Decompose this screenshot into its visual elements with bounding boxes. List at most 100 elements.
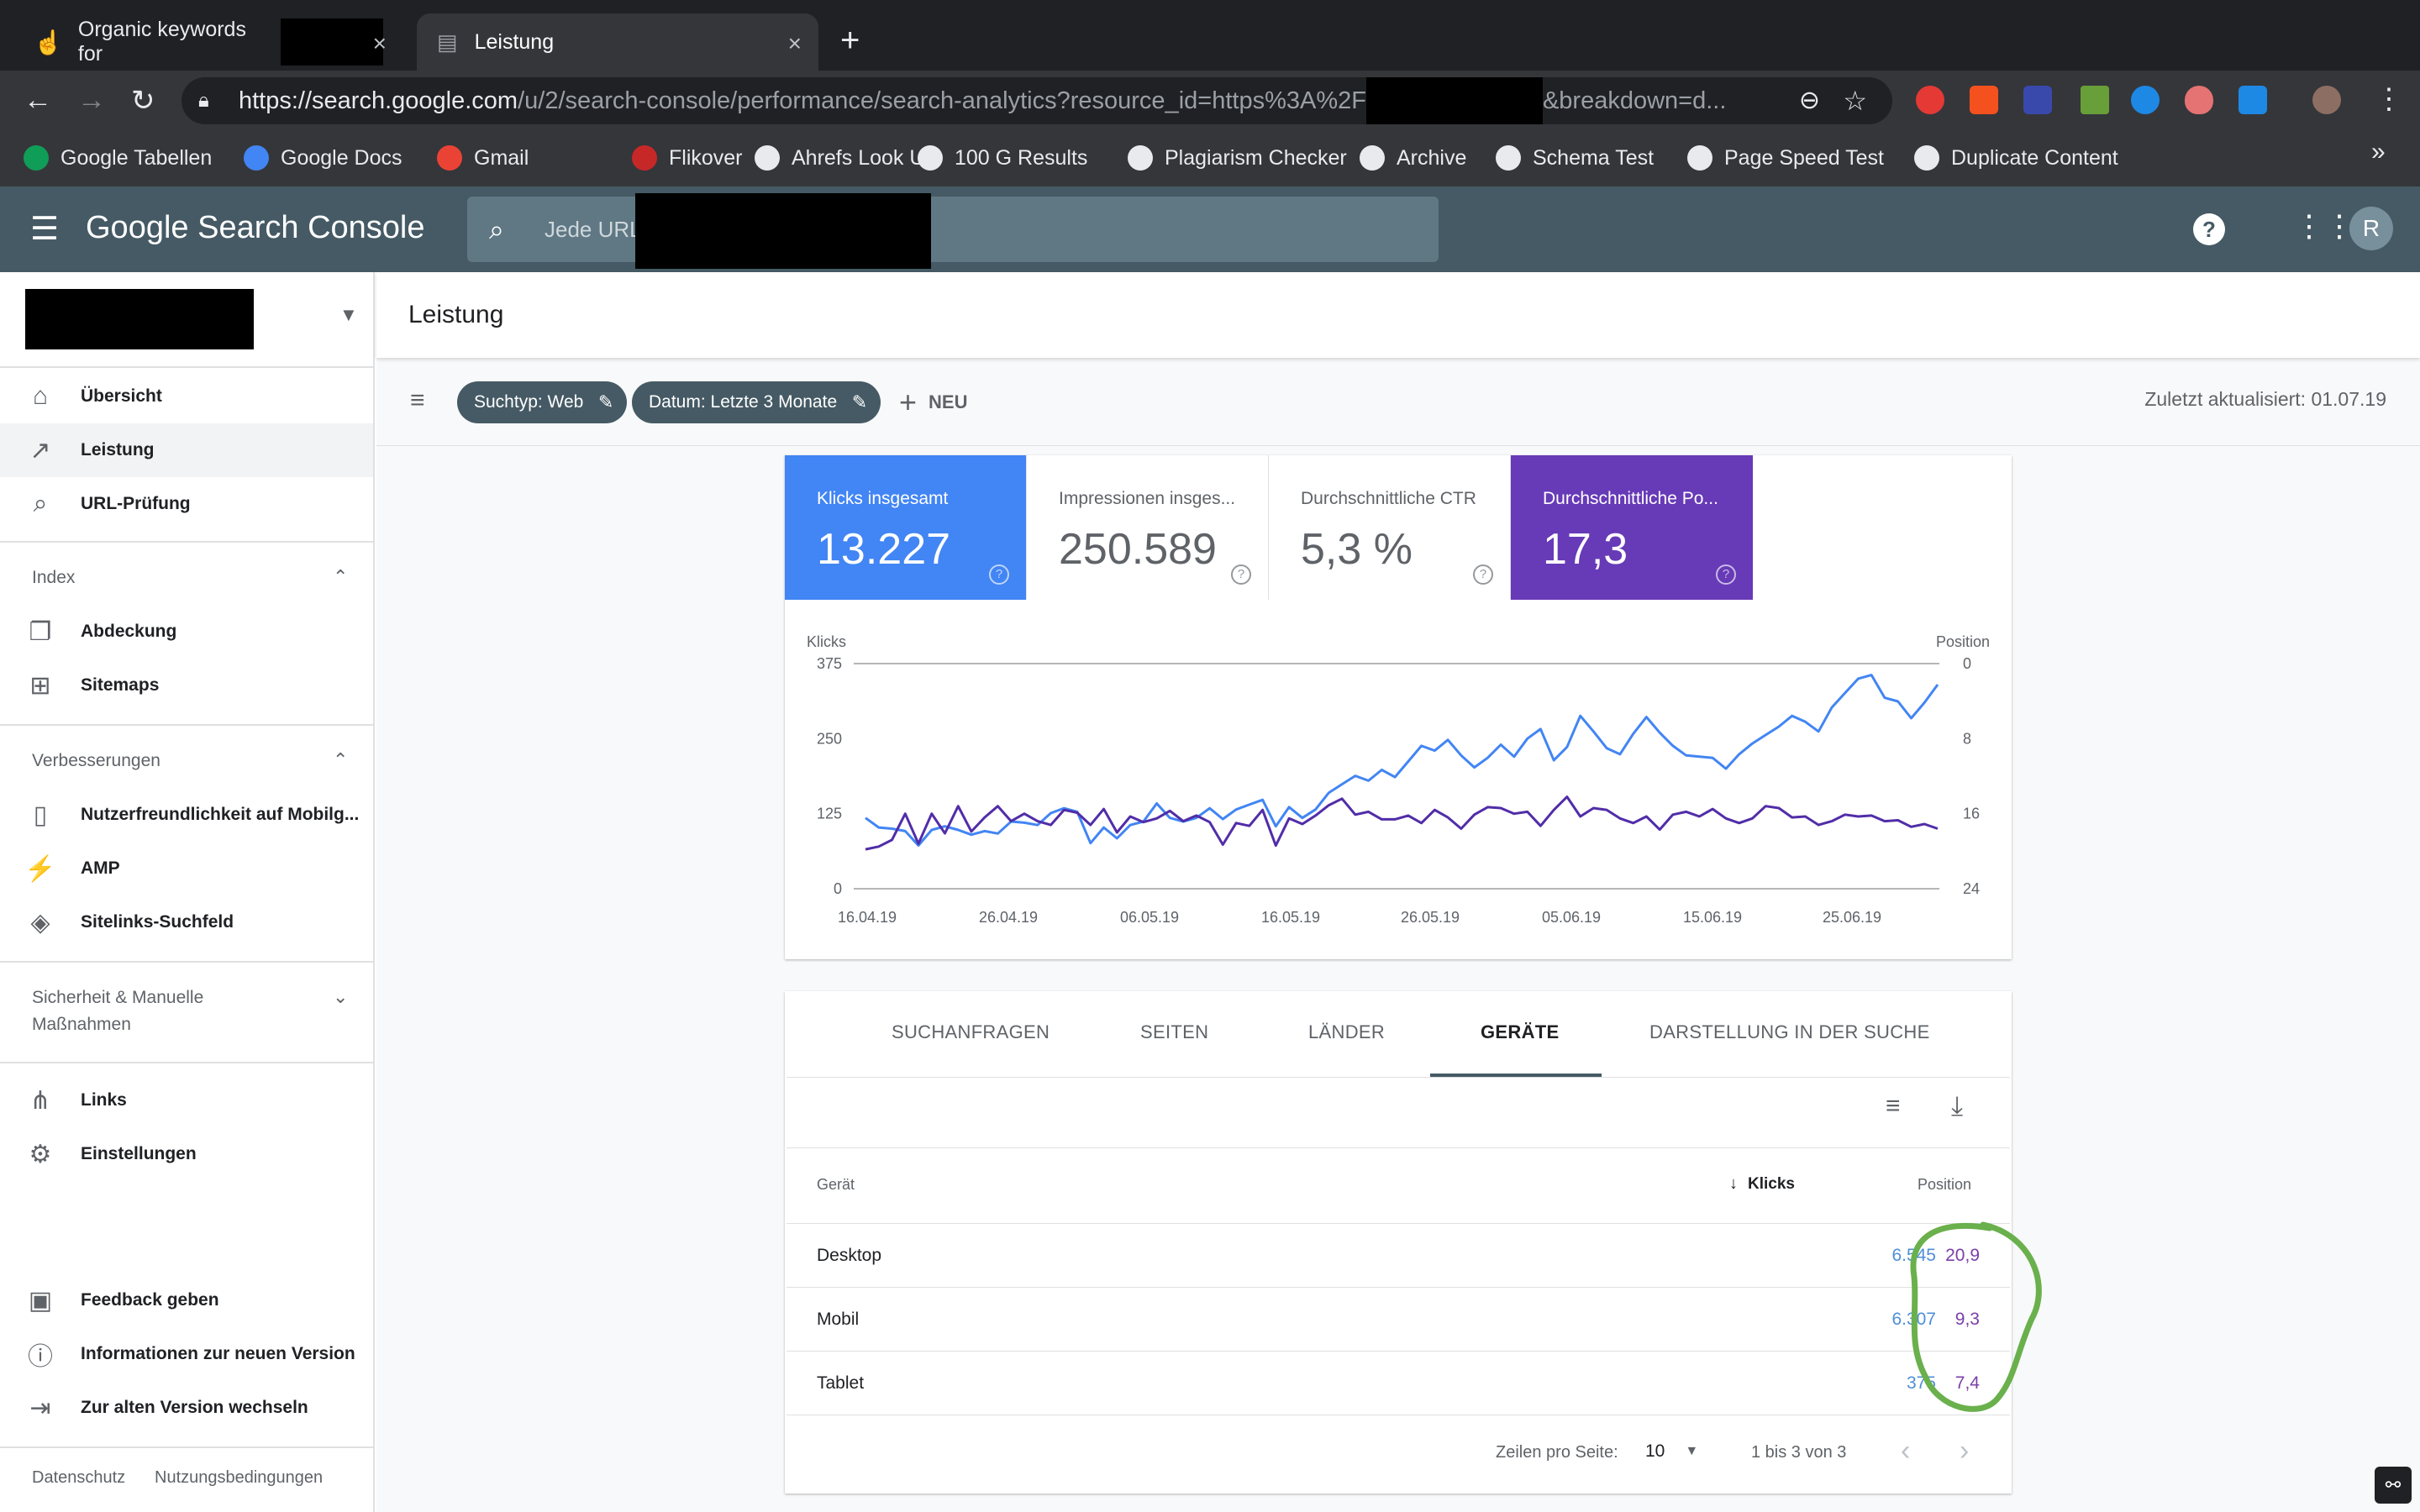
edit-icon[interactable]: ✎	[598, 381, 613, 423]
sidebar-item-overview[interactable]: ⌂ Übersicht	[0, 370, 373, 423]
help-icon[interactable]: ?	[989, 564, 1009, 585]
tab-queries[interactable]: SUCHANFRAGEN	[892, 1021, 1050, 1043]
chevron-up-icon[interactable]: ⌃	[333, 749, 348, 771]
url-inspect-search-input[interactable]: ⌕ Jede URL	[467, 193, 1439, 269]
bookmark-item[interactable]: Flikover	[632, 141, 743, 175]
metric-card-ctr[interactable]: Durchschnittliche CTR 5,3 % ?	[1269, 455, 1511, 600]
filter-icon[interactable]: ≡	[410, 386, 425, 415]
floating-widget-icon[interactable]: ⚯	[2375, 1467, 2412, 1504]
url-input[interactable]: 🔒︎ https://search.google.com/u/2/search-…	[182, 77, 1892, 124]
filter-chip-search-type[interactable]: Suchtyp: Web ✎	[457, 381, 628, 423]
add-filter-button[interactable]: + NEU	[899, 385, 967, 420]
terms-link[interactable]: Nutzungsbedingungen	[155, 1468, 323, 1488]
bookmark-label: Plagiarism Checker	[1165, 145, 1347, 170]
sidebar-item-old-version[interactable]: ⇥ Zur alten Version wechseln	[0, 1381, 373, 1435]
security-section-title[interactable]: Sicherheit & Manuelle Maßnahmen	[32, 984, 203, 1038]
sidebar-item-new-version-info[interactable]: ⓘ Informationen zur neuen Version	[0, 1327, 373, 1381]
chevron-up-icon[interactable]: ⌃	[333, 566, 348, 588]
table-row[interactable]: Tablet 375 7,4	[786, 1351, 2010, 1415]
sidebar-item-url-inspection[interactable]: ⌕ URL-Prüfung	[0, 477, 373, 531]
chevron-down-icon[interactable]: ⌄	[333, 986, 348, 1008]
next-page-icon[interactable]: ›	[1960, 1435, 1969, 1467]
sidebar-item-feedback[interactable]: ▣ Feedback geben	[0, 1273, 373, 1327]
sidebar-item-mobile-usability[interactable]: ▯ Nutzerfreundlichkeit auf Mobilg...	[0, 788, 373, 842]
improvements-section-title[interactable]: Verbesserungen	[32, 748, 160, 774]
bookmark-label: 100 G Results	[955, 145, 1088, 170]
bookmark-item[interactable]: Duplicate Content	[1914, 141, 2118, 175]
prev-page-icon[interactable]: ‹	[1901, 1435, 1910, 1467]
index-section-title[interactable]: Index	[32, 564, 75, 591]
property-selector-redacted[interactable]	[25, 289, 254, 349]
metric-card-impressions[interactable]: Impressionen insges... 250.589 ?	[1027, 455, 1269, 600]
bookmark-item[interactable]: Ahrefs Look Up	[755, 141, 936, 175]
reload-icon[interactable]: ↻	[131, 84, 155, 118]
property-dropdown-icon[interactable]: ▼	[339, 304, 358, 326]
home-icon: ⌂	[32, 382, 49, 410]
help-icon[interactable]: ?	[1716, 564, 1736, 585]
profile-avatar-icon[interactable]	[2312, 86, 2341, 114]
tab-countries[interactable]: LÄNDER	[1308, 1021, 1385, 1043]
sidebar-item-sitelinks-searchbox[interactable]: ◈ Sitelinks-Suchfeld	[0, 895, 373, 949]
forward-icon[interactable]: →	[77, 84, 106, 117]
filter-chip-date[interactable]: Datum: Letzte 3 Monate ✎	[632, 381, 881, 423]
close-tab-icon[interactable]: ×	[373, 30, 387, 57]
extension-todo-icon[interactable]	[1970, 86, 1998, 114]
table-filter-icon[interactable]: ≡	[1886, 1092, 1901, 1121]
sort-arrow-down-icon: ↓	[1729, 1174, 1738, 1193]
browser-tab-ahrefs[interactable]: ☝ Organic keywords for ×	[13, 13, 403, 71]
tab-search-appearance[interactable]: DARSTELLUNG IN DER SUCHE	[1649, 1021, 1930, 1043]
help-icon[interactable]: ?	[2193, 213, 2225, 245]
column-header-device[interactable]: Gerät	[817, 1176, 855, 1194]
column-header-position[interactable]: Position	[1918, 1176, 1971, 1194]
extension-adblock-icon[interactable]	[1916, 86, 1944, 114]
bookmark-item[interactable]: Archive	[1360, 141, 1466, 175]
new-tab-icon[interactable]: +	[840, 22, 860, 60]
hamburger-menu-icon[interactable]: ☰	[30, 210, 59, 248]
bookmark-item[interactable]: Page Speed Test	[1687, 141, 1884, 175]
tab-devices[interactable]: GERÄTE	[1481, 1021, 1559, 1043]
download-icon[interactable]: ⤓	[1951, 1090, 1963, 1122]
bookmark-item[interactable]: Google Tabellen	[24, 141, 212, 175]
metric-card-clicks[interactable]: Klicks insgesamt 13.227 ?	[785, 455, 1027, 600]
url-path: /u/2/search-console/performance/search-a…	[518, 87, 1366, 114]
table-row[interactable]: Mobil 6.307 9,3	[786, 1287, 2010, 1351]
links-icon: ⋔	[29, 1086, 51, 1115]
bookmarks-more-icon[interactable]: »	[2371, 138, 2386, 166]
extension-pen-icon[interactable]	[2081, 86, 2109, 114]
privacy-link[interactable]: Datenschutz	[32, 1468, 125, 1488]
rows-per-page-select[interactable]: 10 ▼	[1645, 1441, 1698, 1462]
sidebar-item-coverage[interactable]: ❐ Abdeckung	[0, 605, 373, 659]
sidebar-item-links[interactable]: ⋔ Links	[0, 1074, 373, 1127]
extension-seo-icon[interactable]	[2023, 86, 2052, 114]
column-header-clicks[interactable]: ↓ Klicks	[1729, 1174, 1795, 1194]
sidebar-item-settings[interactable]: ⚙ Einstellungen	[0, 1127, 373, 1181]
bookmark-item[interactable]: Google Docs	[244, 141, 402, 175]
edit-icon[interactable]: ✎	[852, 381, 867, 423]
x-tick-label: 06.05.19	[1120, 909, 1179, 926]
metric-card-position[interactable]: Durchschnittliche Po... 17,3 ?	[1511, 455, 1753, 600]
close-tab-icon[interactable]: ×	[788, 30, 802, 57]
menu-kebab-icon[interactable]: ⋮	[2375, 82, 2403, 116]
help-icon[interactable]: ?	[1231, 564, 1251, 585]
bookmark-item[interactable]: 100 G Results	[918, 141, 1087, 175]
sidebar-divider	[0, 366, 373, 368]
help-icon[interactable]: ?	[1473, 564, 1493, 585]
bookmark-star-icon[interactable]: ☆	[1843, 77, 1867, 124]
zoom-icon[interactable]: ⊖	[1799, 77, 1820, 124]
app-logo[interactable]: Google Search Console	[86, 210, 425, 246]
bookmark-item[interactable]: Plagiarism Checker	[1128, 141, 1347, 175]
extension-location-icon[interactable]	[2238, 86, 2267, 114]
account-avatar[interactable]: R	[2349, 207, 2393, 250]
sidebar-item-sitemaps[interactable]: ⊞ Sitemaps	[0, 659, 373, 712]
bookmark-item[interactable]: Schema Test	[1496, 141, 1654, 175]
sidebar-item-amp[interactable]: ⚡ AMP	[0, 842, 373, 895]
bookmark-item[interactable]: Gmail	[437, 141, 529, 175]
extension-shield-icon[interactable]	[2185, 86, 2213, 114]
table-row[interactable]: Desktop 6.545 20,9	[786, 1223, 2010, 1287]
back-icon[interactable]: ←	[24, 84, 52, 117]
security-title-line: Maßnahmen	[32, 1015, 131, 1034]
sidebar-item-performance[interactable]: ↗ Leistung	[0, 423, 373, 477]
extension-circle-icon[interactable]	[2131, 86, 2160, 114]
browser-tab-leistung[interactable]: ▤ Leistung ×	[417, 13, 818, 71]
tab-pages[interactable]: SEITEN	[1140, 1021, 1208, 1043]
